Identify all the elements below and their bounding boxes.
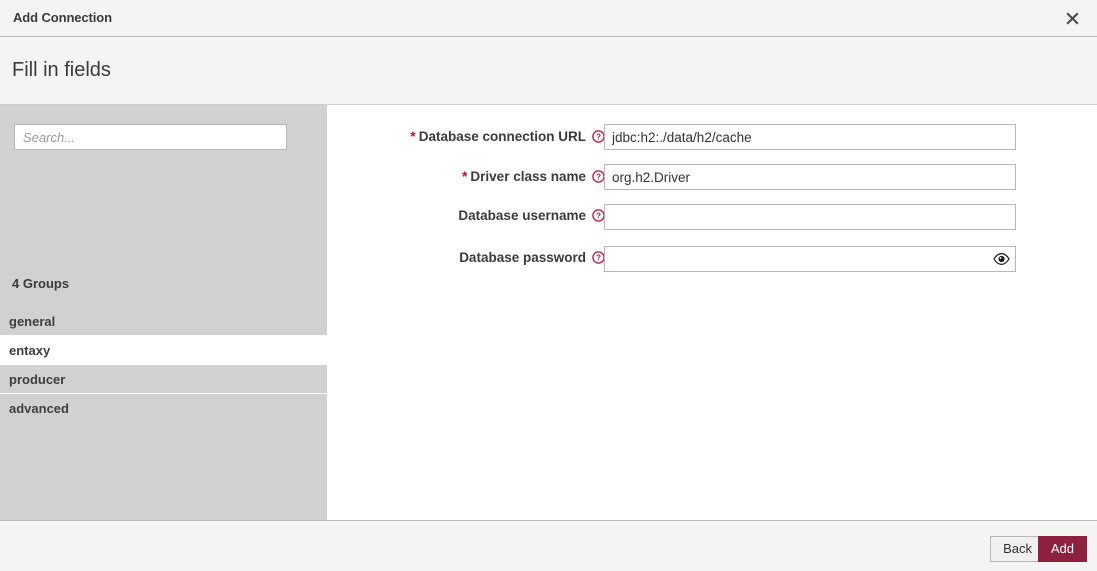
dialog-titlebar: Add Connection [0,0,1097,37]
close-icon[interactable] [1057,4,1087,32]
search-container [14,124,287,150]
back-button[interactable]: Back [990,536,1045,562]
field-row-driver-class-name: *Driver class name? [327,164,1097,190]
add-button[interactable]: Add [1038,536,1087,562]
add-connection-dialog: Add Connection Fill in fields 4 Groups g… [0,0,1097,571]
sidebar-item-producer[interactable]: producer [0,364,327,393]
wizard-step-header: Fill in fields [0,37,1097,105]
svg-text:?: ? [596,254,601,263]
field-row-database-password: Database password? [327,246,1097,272]
group-list: general entaxy producer advanced [0,306,327,422]
groups-sidebar: 4 Groups general entaxy producer advance… [0,105,327,520]
groups-count-label: 4 Groups [12,276,69,291]
field-label-text: Database connection URL [419,129,586,144]
database-connection-url-input[interactable] [604,124,1016,150]
field-label-driver-class-name: *Driver class name? [462,164,605,190]
required-marker: * [410,128,415,144]
database-username-input[interactable] [604,204,1016,230]
sidebar-item-label: advanced [9,401,69,416]
connection-form: *Database connection URL? *Driver class … [327,105,1097,520]
field-row-database-username: Database username? [327,204,1097,230]
field-label-text: Database username [458,208,586,223]
page-title: Fill in fields [12,59,111,82]
database-password-input[interactable] [604,246,1016,272]
svg-text:?: ? [596,133,601,142]
driver-class-name-input[interactable] [604,164,1016,190]
sidebar-item-entaxy[interactable]: entaxy [0,335,327,364]
sidebar-item-label: general [9,314,55,329]
sidebar-item-label: entaxy [9,343,50,358]
sidebar-item-general[interactable]: general [0,306,327,335]
dialog-footer: Back Add [0,520,1097,571]
field-input-container [604,204,1016,230]
field-label-database-connection-url: * Database connection URL? [410,124,605,150]
search-input[interactable] [14,124,287,150]
sidebar-item-label: producer [9,372,65,387]
field-input-container [604,246,1016,272]
dialog-body: 4 Groups general entaxy producer advance… [0,105,1097,520]
svg-text:?: ? [596,173,601,182]
field-label-text: Database password [459,250,586,265]
field-row-database-connection-url: * Database connection URL? [327,124,1097,150]
field-label-text: Driver class name [470,169,586,184]
field-input-container [604,164,1016,190]
eye-icon[interactable] [992,250,1010,268]
required-marker: * [462,168,467,184]
field-input-container [604,124,1016,150]
sidebar-item-advanced[interactable]: advanced [0,393,327,422]
svg-text:?: ? [596,212,601,221]
field-label-database-username: Database username? [458,204,605,230]
dialog-title: Add Connection [13,10,112,25]
field-label-database-password: Database password? [459,246,605,272]
